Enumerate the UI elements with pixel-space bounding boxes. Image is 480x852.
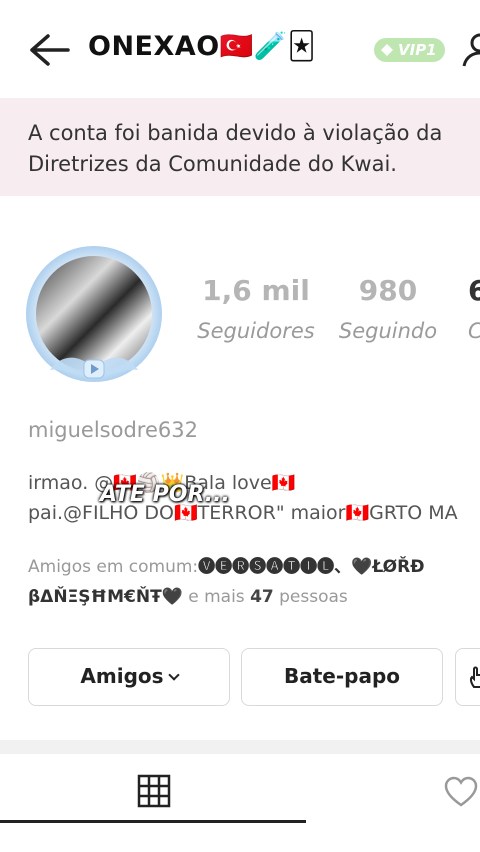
vip-icon bbox=[381, 44, 393, 56]
bio-line-1: irmao. @🇨🇦🏐👑Bala love🇨🇦 bbox=[28, 472, 296, 494]
chat-button[interactable]: Bate-papo bbox=[241, 648, 443, 706]
content-tabs bbox=[0, 754, 480, 852]
top-bar: ONEXAO🇹🇷🧪🃏 VIP1 bbox=[0, 0, 480, 98]
grid-icon[interactable] bbox=[137, 774, 171, 808]
following-stat[interactable]: 980 Seguindo bbox=[334, 274, 442, 343]
active-tab-indicator bbox=[0, 820, 306, 823]
following-count: 980 bbox=[358, 274, 418, 307]
mutual-friends-count: 47 bbox=[250, 587, 274, 607]
following-label: Seguindo bbox=[338, 319, 438, 343]
profile-title: ONEXAO🇹🇷🧪🃏 bbox=[88, 31, 317, 62]
more-actions-button[interactable] bbox=[455, 648, 480, 706]
heart-icon[interactable] bbox=[444, 776, 478, 808]
likes-stat[interactable]: 6 C bbox=[468, 274, 480, 343]
profile-section: 1,6 mil Seguidores 980 Seguindo 6 C migu… bbox=[0, 196, 480, 756]
section-divider bbox=[0, 740, 480, 754]
bio-overlay-text: ATE POR... bbox=[100, 482, 230, 507]
avatar[interactable] bbox=[26, 246, 162, 386]
followers-count: 1,6 mil bbox=[202, 274, 310, 307]
mutual-friends-suffix-end: pessoas bbox=[273, 587, 348, 607]
friends-button-label: Amigos bbox=[80, 664, 164, 688]
ban-notice-banner: A conta foi banida devido à violação da … bbox=[0, 98, 480, 196]
mutual-friends[interactable]: Amigos em comum:🅥🅔🅡🅢🅐🅣🅘🅛、🖤ŁØŘĐ βΔŇΞŞĦM€Ň… bbox=[28, 552, 480, 612]
likes-count: 6 bbox=[468, 274, 480, 307]
vip-label: VIP1 bbox=[398, 41, 437, 59]
bio: irmao. @🇨🇦🏐👑Bala love🇨🇦 pai.@FILHO DO🇨🇦T… bbox=[28, 468, 458, 528]
username: miguelsodre632 bbox=[28, 418, 198, 442]
chevron-down-icon bbox=[167, 669, 180, 681]
back-arrow-icon[interactable] bbox=[26, 30, 72, 70]
avatar-wings-decoration bbox=[50, 357, 138, 379]
friends-button[interactable]: Amigos bbox=[28, 648, 230, 706]
mutual-friends-suffix: e mais bbox=[182, 587, 251, 607]
ban-notice-text: A conta foi banida devido à violação da … bbox=[28, 121, 443, 176]
hand-icon bbox=[469, 666, 480, 688]
vip-badge[interactable]: VIP1 bbox=[374, 38, 445, 62]
bio-line-2: pai.@FILHO DO🇨🇦TERROR" maior🇨🇦GRTO MA bbox=[28, 502, 458, 524]
mutual-friends-prefix: Amigos em comum: bbox=[28, 557, 199, 577]
chat-button-label: Bate-papo bbox=[283, 664, 401, 688]
person-icon[interactable] bbox=[460, 30, 480, 70]
followers-stat[interactable]: 1,6 mil Seguidores bbox=[190, 274, 322, 343]
likes-label: C bbox=[468, 319, 480, 343]
followers-label: Seguidores bbox=[197, 319, 315, 343]
